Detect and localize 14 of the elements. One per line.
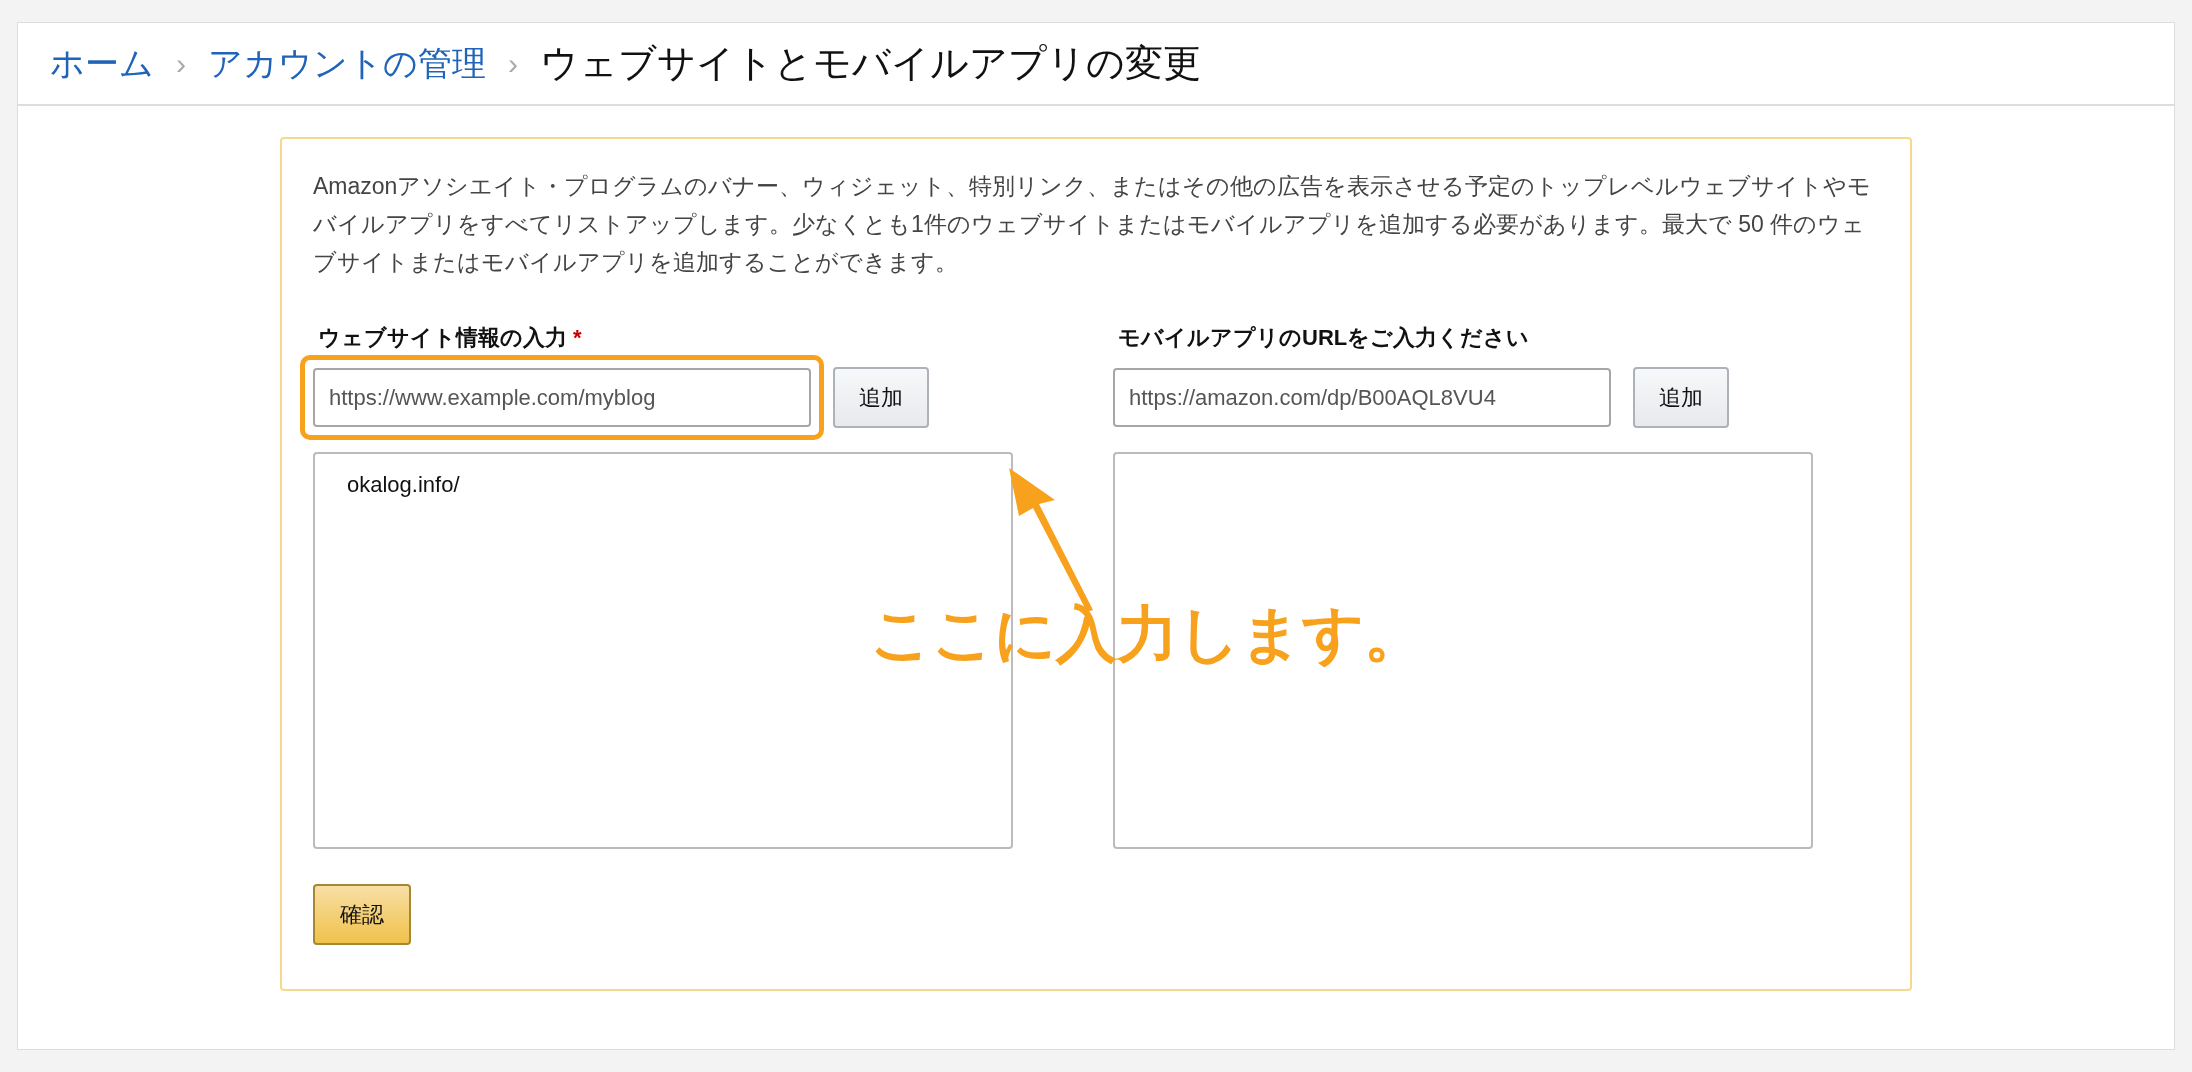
confirm-button[interactable]: 確認 — [313, 884, 411, 945]
breadcrumb-separator: › — [176, 46, 186, 81]
page-title: ウェブサイトとモバイルアプリの変更 — [540, 41, 1201, 86]
breadcrumb-link[interactable]: アカウントの管理 — [208, 40, 486, 87]
list-item[interactable]: okalog.info/ — [347, 472, 979, 498]
annotation-text: ここに入力します。 — [870, 599, 1425, 670]
add-button[interactable]: 追加 — [1633, 367, 1729, 428]
field-label: ウェブサイト情報の入力 * — [318, 324, 583, 352]
description-text: Amazonアソシエイト・プログラムのバナー、ウィジェット、特別リンク、またはその他の広告を表示させる予定のトップレベルウェブサイトやモバイルアプリをすべてリストアップします。少なくとも1件のウェブサイトまたはモバイルアプリを追加する必要があります。最大で 50 件のウェブサイトまたはモバイルアプリを追加することができます。 — [313, 172, 1873, 277]
field-label: モバイルアプリのURLをご入力ください — [1118, 324, 1531, 352]
breadcrumb-separator: › — [508, 46, 518, 81]
url-input-field[interactable]: https://www.example.com/myblog — [300, 355, 824, 440]
breadcrumb-link[interactable]: ホーム — [50, 40, 154, 87]
add-button[interactable]: 追加 — [833, 367, 929, 428]
